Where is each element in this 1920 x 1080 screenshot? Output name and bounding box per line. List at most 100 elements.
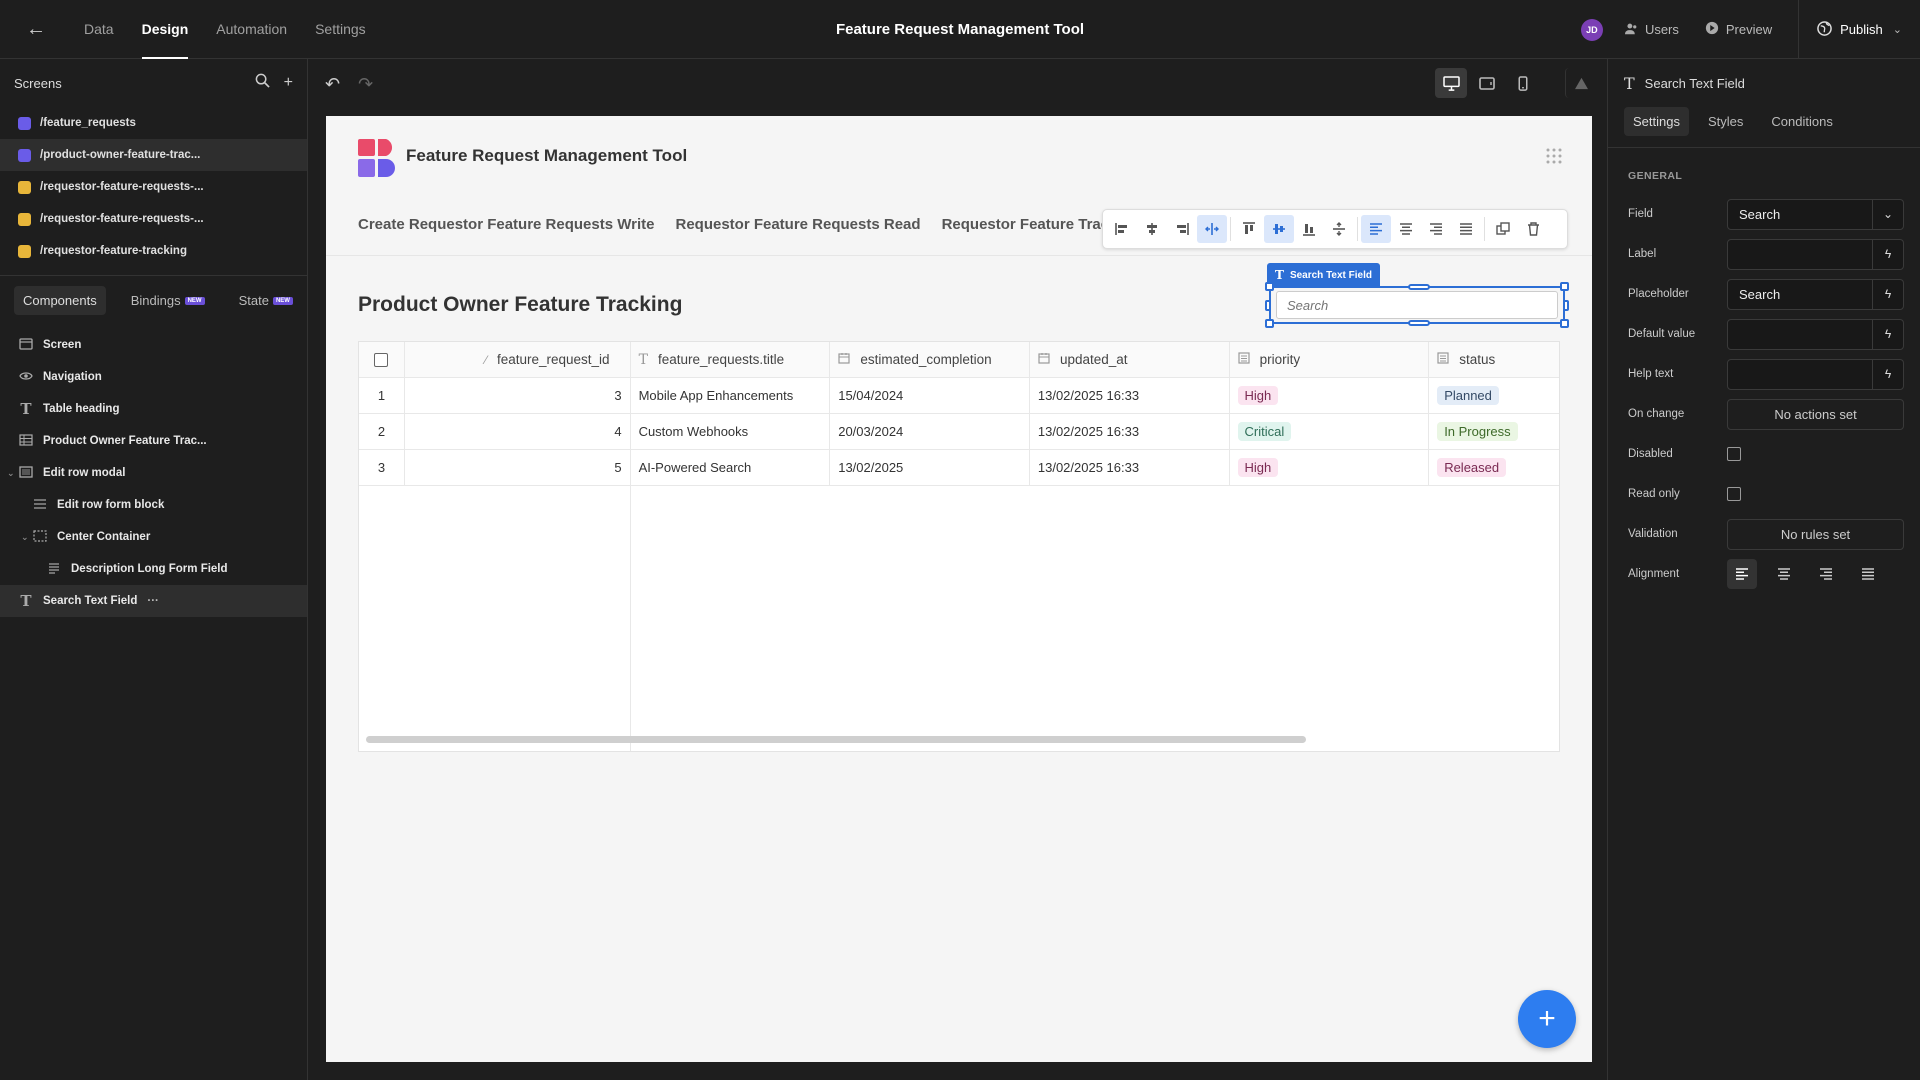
warning-icon[interactable] bbox=[1565, 68, 1597, 98]
align-left-icon[interactable] bbox=[1107, 215, 1137, 243]
component-edit-row-modal[interactable]: ⌄ Edit row modal bbox=[0, 457, 307, 489]
align-justify-icon[interactable] bbox=[1853, 559, 1883, 589]
resize-handle[interactable] bbox=[1408, 284, 1430, 290]
chevron-down-icon[interactable]: ⌄ bbox=[21, 532, 29, 543]
on-change-button[interactable]: No actions set bbox=[1727, 398, 1904, 430]
lightning-icon[interactable]: ϟ bbox=[1872, 239, 1903, 269]
add-fab-button[interactable]: + bbox=[1518, 990, 1576, 1048]
undo-icon[interactable]: ↶ bbox=[325, 74, 340, 95]
stretch-vertical-icon[interactable] bbox=[1324, 215, 1354, 243]
tab-conditions[interactable]: Conditions bbox=[1762, 107, 1841, 136]
nav-data[interactable]: Data bbox=[74, 0, 124, 59]
search-icon[interactable] bbox=[255, 73, 270, 93]
avatar[interactable]: JD bbox=[1580, 18, 1603, 41]
align-left-icon[interactable] bbox=[1727, 559, 1757, 589]
more-options-icon[interactable]: ··· bbox=[147, 595, 159, 607]
add-screen-icon[interactable]: + bbox=[284, 74, 293, 92]
resize-handle[interactable] bbox=[1560, 319, 1569, 328]
screen-item-requestor-tracking[interactable]: /requestor-feature-tracking bbox=[0, 235, 307, 267]
duplicate-icon[interactable] bbox=[1488, 215, 1518, 243]
resize-handle[interactable] bbox=[1265, 319, 1274, 328]
text-align-center-icon[interactable] bbox=[1391, 215, 1421, 243]
validation-button[interactable]: No rules set bbox=[1727, 518, 1904, 550]
screen-item-requestor-write[interactable]: /requestor-feature-requests-... bbox=[0, 171, 307, 203]
nav-link-create-requestor[interactable]: Create Requestor Feature Requests Write bbox=[358, 216, 654, 233]
search-input[interactable] bbox=[1287, 297, 1547, 313]
chevron-down-icon[interactable]: ⌄ bbox=[1893, 23, 1902, 36]
table-row[interactable]: 1 3 Mobile App Enhancements 15/04/2024 1… bbox=[359, 378, 1559, 414]
select-all-checkbox[interactable] bbox=[374, 352, 389, 367]
app-grid-icon[interactable] bbox=[1546, 148, 1562, 169]
column-header[interactable]: estimated_completion bbox=[830, 342, 1030, 377]
placeholder-input[interactable]: Search ϟ bbox=[1727, 278, 1904, 310]
text-align-left-icon[interactable] bbox=[1361, 215, 1391, 243]
tab-components[interactable]: Components bbox=[14, 286, 106, 315]
component-description-long-form[interactable]: Description Long Form Field bbox=[0, 553, 307, 585]
component-product-owner-table[interactable]: Product Owner Feature Trac... bbox=[0, 425, 307, 457]
text-icon: T bbox=[20, 400, 32, 418]
disabled-checkbox[interactable] bbox=[1727, 447, 1741, 461]
table-row[interactable]: 2 4 Custom Webhooks 20/03/2024 13/02/202… bbox=[359, 414, 1559, 450]
cell-title: AI-Powered Search bbox=[631, 450, 831, 485]
column-header[interactable]: updated_at bbox=[1030, 342, 1230, 377]
tab-settings[interactable]: Settings bbox=[1624, 107, 1689, 136]
tab-state[interactable]: State NEW bbox=[230, 286, 302, 315]
screen-item-product-owner[interactable]: /product-owner-feature-trac... bbox=[0, 139, 307, 171]
stretch-horizontal-icon[interactable] bbox=[1197, 215, 1227, 243]
chevron-down-icon[interactable]: ⌄ bbox=[7, 468, 15, 479]
nav-settings[interactable]: Settings bbox=[305, 0, 376, 59]
table-row[interactable]: 3 5 AI-Powered Search 13/02/2025 13/02/2… bbox=[359, 450, 1559, 486]
section-general: GENERAL bbox=[1628, 170, 1683, 182]
chevron-down-icon[interactable]: ⌄ bbox=[1872, 199, 1903, 229]
mobile-icon[interactable] bbox=[1507, 68, 1539, 98]
nav-link-requestor-read[interactable]: Requestor Feature Requests Read bbox=[675, 216, 920, 233]
tablet-icon[interactable] bbox=[1471, 68, 1503, 98]
align-center-icon[interactable] bbox=[1769, 559, 1799, 589]
align-center-horizontal-icon[interactable] bbox=[1137, 215, 1167, 243]
text-align-right-icon[interactable] bbox=[1421, 215, 1451, 243]
align-top-icon[interactable] bbox=[1234, 215, 1264, 243]
publish-button[interactable]: Publish ⌄ bbox=[1798, 0, 1920, 59]
desktop-icon[interactable] bbox=[1435, 68, 1467, 98]
lightning-icon[interactable]: ϟ bbox=[1872, 279, 1903, 309]
column-header[interactable]: priority bbox=[1230, 342, 1430, 377]
delete-icon[interactable] bbox=[1518, 215, 1548, 243]
component-search-text-field[interactable]: T Search Text Field ··· bbox=[0, 585, 307, 617]
component-table-heading[interactable]: T Table heading bbox=[0, 393, 307, 425]
column-header[interactable]: Tfeature_requests.title bbox=[631, 342, 831, 377]
column-header[interactable]: ⁄ feature_request_id bbox=[405, 342, 631, 377]
resize-handle[interactable] bbox=[1265, 282, 1274, 291]
text-align-justify-icon[interactable] bbox=[1451, 215, 1481, 243]
field-select[interactable]: Search ⌄ bbox=[1727, 198, 1904, 230]
help-text-input[interactable]: ϟ bbox=[1727, 358, 1904, 390]
resize-handle[interactable] bbox=[1265, 300, 1271, 311]
default-value-input[interactable]: ϟ bbox=[1727, 318, 1904, 350]
lightning-icon[interactable]: ϟ bbox=[1872, 319, 1903, 349]
component-screen[interactable]: Screen bbox=[0, 329, 307, 361]
component-center-container[interactable]: ⌄ Center Container bbox=[0, 521, 307, 553]
column-header[interactable]: status bbox=[1429, 342, 1559, 377]
back-arrow-icon[interactable]: ← bbox=[26, 18, 54, 41]
align-middle-icon[interactable] bbox=[1264, 215, 1294, 243]
resize-handle[interactable] bbox=[1560, 282, 1569, 291]
read-only-checkbox[interactable] bbox=[1727, 487, 1741, 501]
resize-handle[interactable] bbox=[1408, 320, 1430, 326]
tab-bindings[interactable]: Bindings NEW bbox=[122, 286, 214, 315]
redo-icon[interactable]: ↷ bbox=[358, 74, 373, 95]
tab-styles[interactable]: Styles bbox=[1699, 107, 1752, 136]
component-navigation[interactable]: Navigation bbox=[0, 361, 307, 393]
align-bottom-icon[interactable] bbox=[1294, 215, 1324, 243]
horizontal-scrollbar[interactable] bbox=[366, 736, 1306, 743]
screen-item-requestor-read[interactable]: /requestor-feature-requests-... bbox=[0, 203, 307, 235]
users-button[interactable]: Users bbox=[1624, 22, 1679, 38]
lightning-icon[interactable]: ϟ bbox=[1872, 359, 1903, 389]
nav-design[interactable]: Design bbox=[132, 0, 199, 59]
label-input[interactable]: ϟ bbox=[1727, 238, 1904, 270]
align-right-icon[interactable] bbox=[1167, 215, 1197, 243]
resize-handle[interactable] bbox=[1563, 300, 1569, 311]
nav-automation[interactable]: Automation bbox=[206, 0, 297, 59]
screen-item-feature-requests[interactable]: /feature_requests bbox=[0, 107, 307, 139]
align-right-icon[interactable] bbox=[1811, 559, 1841, 589]
component-edit-row-form[interactable]: Edit row form block bbox=[0, 489, 307, 521]
preview-button[interactable]: Preview bbox=[1705, 21, 1772, 38]
